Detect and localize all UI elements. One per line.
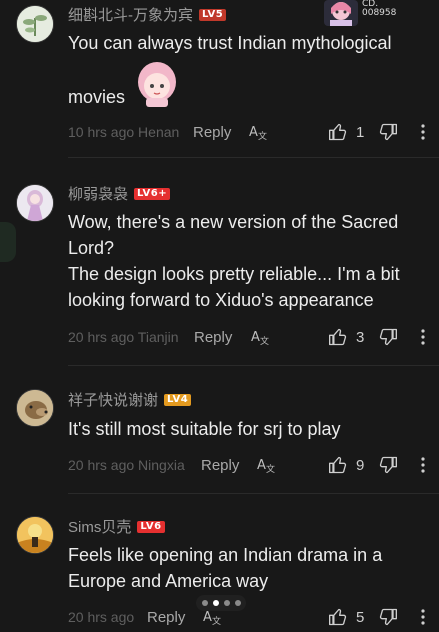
username[interactable]: 柳弱袅袅 (68, 183, 128, 204)
reply-button[interactable]: Reply (193, 124, 231, 141)
dog-avatar-icon (17, 390, 53, 426)
thumbs-up-icon (329, 608, 347, 626)
comment-body: Wow, there's a new version of the Sacred… (68, 209, 428, 313)
floating-reward-widget[interactable]: CD. 008958 (322, 0, 432, 28)
timestamp: 10 hrs ago Henan (68, 124, 180, 140)
thumbs-up-icon (329, 456, 347, 474)
like-count: 1 (356, 123, 365, 141)
sunset-avatar-icon (17, 517, 53, 553)
comment-actions: 20 hrs ago Tianjin Reply A 文 3 (68, 327, 432, 347)
username[interactable]: 祥子快说谢谢 (68, 389, 158, 410)
side-drawer-handle[interactable] (0, 222, 16, 262)
comment-line: Europe and America way (68, 571, 269, 591)
like-count: 3 (356, 328, 365, 346)
username[interactable]: 细斟北斗-万象为宾 (68, 4, 193, 25)
translate-icon[interactable]: A 文 (256, 455, 276, 475)
level-badge: LV6 (137, 520, 165, 533)
level-badge: LV6+ (134, 187, 171, 200)
comment-line: movies (68, 87, 126, 107)
reply-button[interactable]: Reply (201, 457, 239, 474)
anime-avatar-icon (17, 185, 53, 221)
svg-text:A: A (203, 610, 212, 625)
level-badge: LV5 (199, 8, 227, 21)
avatar[interactable] (16, 389, 54, 427)
more-options-icon[interactable] (418, 607, 428, 627)
thumbs-down-icon[interactable] (378, 455, 398, 475)
comment-line: looking forward to Xiduo's appearance (68, 290, 374, 310)
comments-page: CD. 008958 细斟北斗-万象为宾 LV5 You can always … (0, 0, 439, 632)
level-badge: LV4 (164, 393, 192, 406)
anime-character-icon (324, 0, 358, 26)
svg-text:A: A (257, 458, 266, 473)
divider (68, 157, 439, 158)
more-options-icon[interactable] (418, 327, 428, 347)
page-dot-active (212, 600, 219, 606)
page-dot (223, 600, 230, 606)
thumbs-up-icon (329, 328, 347, 346)
translate-icon[interactable]: A 文 (248, 122, 268, 142)
svg-text:文: 文 (258, 130, 267, 142)
avatar[interactable] (16, 5, 54, 43)
like-button[interactable]: 9 (328, 455, 364, 475)
more-options-icon[interactable] (418, 122, 428, 142)
svg-text:A: A (251, 330, 260, 345)
like-button[interactable]: 1 (328, 122, 364, 142)
comment-body: Feels like opening an Indian drama in a … (68, 542, 428, 594)
comment-line: Wow, there's a new version of the Sacred (68, 212, 399, 232)
divider (68, 365, 439, 366)
thumbs-up-icon (329, 123, 347, 141)
timestamp: 20 hrs ago (68, 609, 135, 625)
anime-girl-sticker-icon (138, 62, 176, 107)
comment-body: It's still most suitable for srj to play (68, 416, 428, 442)
timestamp: 20 hrs ago Ningxia (68, 457, 185, 473)
username-row: 祥子快说谢谢 LV4 (68, 389, 192, 410)
divider (68, 493, 439, 494)
page-indicator[interactable] (196, 595, 246, 611)
thumbs-down-icon[interactable] (378, 327, 398, 347)
comment-actions: 10 hrs ago Henan Reply A 文 1 (68, 122, 432, 142)
like-button[interactable]: 5 (328, 607, 364, 627)
username[interactable]: Sims贝壳 (68, 516, 131, 537)
comment-line: You can always trust Indian mythological (68, 33, 392, 53)
like-count: 9 (356, 456, 365, 474)
more-options-icon[interactable] (418, 455, 428, 475)
comment-line: Feels like opening an Indian drama in a (68, 545, 383, 565)
comment-body-cont: movies (68, 84, 428, 110)
thumbs-down-icon[interactable] (378, 122, 398, 142)
reply-button[interactable]: Reply (147, 609, 185, 626)
like-button[interactable]: 3 (328, 327, 364, 347)
page-dot (201, 600, 208, 606)
comment-line: The design looks pretty reliable... I'm … (68, 264, 400, 284)
username-row: 细斟北斗-万象为宾 LV5 (68, 4, 227, 25)
comment-actions: 20 hrs ago Reply A 文 5 (68, 607, 432, 627)
timestamp: 20 hrs ago Tianjin (68, 329, 179, 345)
like-count: 5 (356, 608, 365, 626)
avatar[interactable] (16, 516, 54, 554)
svg-text:文: 文 (212, 615, 221, 627)
svg-text:文: 文 (260, 335, 269, 347)
reward-label: CD. 008958 (362, 0, 397, 18)
reply-button[interactable]: Reply (194, 329, 232, 346)
comment-body: You can always trust Indian mythological (68, 30, 428, 56)
thumbs-down-icon[interactable] (378, 607, 398, 627)
svg-text:文: 文 (266, 463, 275, 475)
comment-line: Lord? (68, 238, 115, 258)
translate-icon[interactable]: A 文 (250, 327, 270, 347)
svg-text:A: A (249, 125, 258, 140)
comment-line: It's still most suitable for srj to play (68, 419, 341, 439)
username-row: 柳弱袅袅 LV6+ (68, 183, 171, 204)
plant-avatar-icon (17, 6, 53, 42)
username-row: Sims贝壳 LV6 (68, 516, 165, 537)
avatar[interactable] (16, 184, 54, 222)
page-dot (234, 600, 241, 606)
comment-actions: 20 hrs ago Ningxia Reply A 文 9 (68, 455, 432, 475)
